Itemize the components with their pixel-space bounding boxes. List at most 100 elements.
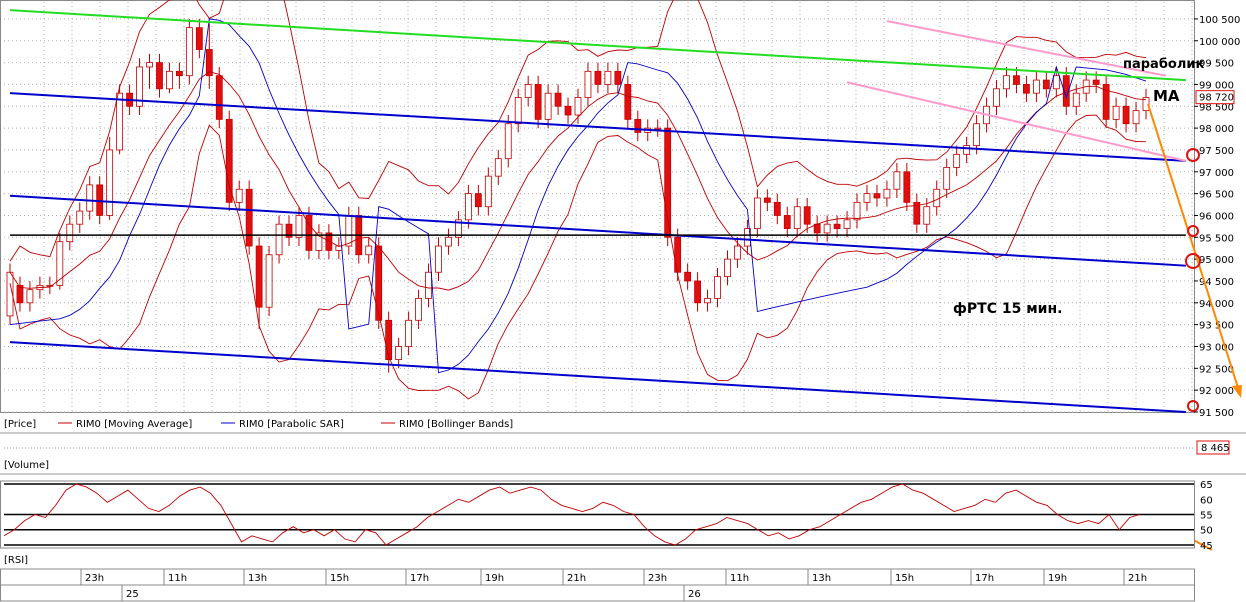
candle-body xyxy=(714,276,721,299)
price-tick-label: 95 500 xyxy=(1199,233,1234,244)
rsi-tick-label: 55 xyxy=(1200,511,1213,522)
price-tick-label: 92 500 xyxy=(1199,364,1234,375)
rsi-tick-label: 45 xyxy=(1200,541,1213,552)
price-axis: 100 500100 00099 50099 00098 50098 00097… xyxy=(1194,15,1240,419)
rsi-pane: 65 60 55 50 45 xyxy=(0,480,1213,552)
candle-body xyxy=(295,215,303,238)
candle-body xyxy=(903,171,911,203)
candle-body xyxy=(793,206,801,229)
hour-label: 19h xyxy=(1048,573,1067,584)
candle-body xyxy=(763,197,771,203)
chart-svg: 100 500100 00099 50099 00098 50098 00097… xyxy=(0,0,1246,602)
candle-body xyxy=(564,105,572,116)
candle-body xyxy=(773,201,781,216)
candle-body xyxy=(734,245,741,260)
volume-last-value: 8 465 xyxy=(1201,443,1230,454)
rsi-tick-label: 50 xyxy=(1200,526,1213,537)
legend: [Price] RIM0 [Moving Average] RIM0 [Para… xyxy=(4,419,513,430)
candle-body xyxy=(1023,84,1030,94)
candle-body xyxy=(554,92,562,107)
candle-body xyxy=(863,193,871,203)
candle-body xyxy=(594,70,602,85)
candle-body xyxy=(156,62,163,90)
hour-label: 17h xyxy=(410,573,429,584)
hour-label: 19h xyxy=(485,573,504,584)
candle-body xyxy=(415,298,422,321)
candle-body xyxy=(375,245,383,321)
candle-body xyxy=(385,319,393,360)
price-tick-label: 96 000 xyxy=(1199,211,1234,222)
candle-body xyxy=(275,223,283,256)
candle-body xyxy=(843,219,851,229)
volume-pane: 8 465 [Volume] xyxy=(0,432,1246,475)
candle-body xyxy=(484,175,492,208)
hour-label: 23h xyxy=(85,573,104,584)
candle xyxy=(225,110,233,212)
hour-label: 15h xyxy=(330,573,349,584)
hour-label: 21h xyxy=(1128,573,1147,584)
price-tick-label: 98 000 xyxy=(1199,124,1234,135)
price-tick-label: 99 000 xyxy=(1199,80,1234,91)
candle-body xyxy=(255,245,263,308)
legend-parabolic-sar: RIM0 [Parabolic SAR] xyxy=(239,419,344,430)
candle-body xyxy=(514,97,522,125)
rsi-label: [RSI] xyxy=(4,555,28,566)
candle-body xyxy=(953,153,961,168)
candle-body xyxy=(1032,79,1040,94)
price-tick-label: 100 500 xyxy=(1199,15,1240,26)
candle-body xyxy=(76,210,84,225)
price-tick-label: 94 000 xyxy=(1199,299,1234,310)
candle-body xyxy=(1092,79,1100,85)
candle-body xyxy=(365,245,373,256)
candle-body xyxy=(215,75,223,120)
candle-body xyxy=(66,223,74,243)
time-axis: 23h 11h 13h 15h 17h 19h 21h 23h 11h 13h 15h 17h 19h 2… xyxy=(0,568,1195,602)
candle-body xyxy=(803,206,811,225)
price-tick-label: 97 500 xyxy=(1199,146,1234,157)
candle-body xyxy=(783,215,791,229)
candle-body xyxy=(106,149,114,216)
candle-body xyxy=(963,145,971,155)
hour-label: 13h xyxy=(248,573,267,584)
candle xyxy=(265,246,273,316)
candle-body xyxy=(923,206,931,225)
candle-body xyxy=(185,27,193,77)
legend-moving-average: RIM0 [Moving Average] xyxy=(76,419,192,430)
candle-body xyxy=(116,92,124,151)
candle-body xyxy=(973,123,980,146)
candle-body xyxy=(823,223,831,234)
candle-body xyxy=(176,70,183,77)
candle-body xyxy=(166,70,173,90)
candle-body xyxy=(654,127,662,130)
candle-body xyxy=(704,298,711,304)
candle-body xyxy=(395,346,403,360)
candle-body xyxy=(624,84,632,120)
candle-body xyxy=(435,245,442,273)
candle-body xyxy=(883,188,891,199)
candle-body xyxy=(584,70,592,98)
candle-body xyxy=(425,271,432,299)
price-tick-label: 92 000 xyxy=(1199,386,1234,397)
last-price-label: 98 720 xyxy=(1199,93,1234,104)
candle-body xyxy=(86,184,94,212)
candle-body xyxy=(26,289,34,304)
candle-body xyxy=(524,84,532,98)
legend-price: [Price] xyxy=(4,419,36,430)
candle-body xyxy=(494,158,502,177)
annotation-parabolic: параболик xyxy=(1123,57,1204,72)
candle-body xyxy=(1003,75,1010,90)
chart-title: фРТС 15 мин. xyxy=(953,301,1062,317)
candle-body xyxy=(235,188,243,203)
candle-body xyxy=(1132,110,1140,125)
candle xyxy=(185,18,193,85)
candle-body xyxy=(405,319,412,347)
candle-body xyxy=(853,201,861,221)
candle-body xyxy=(195,27,203,50)
rsi-tick-label: 65 xyxy=(1200,480,1213,491)
candle-body xyxy=(724,258,731,278)
candle-body xyxy=(245,188,253,247)
candle-body xyxy=(1042,79,1050,90)
candle-body xyxy=(893,171,901,190)
candle-body xyxy=(464,193,472,221)
price-tick-label: 95 000 xyxy=(1199,255,1234,266)
